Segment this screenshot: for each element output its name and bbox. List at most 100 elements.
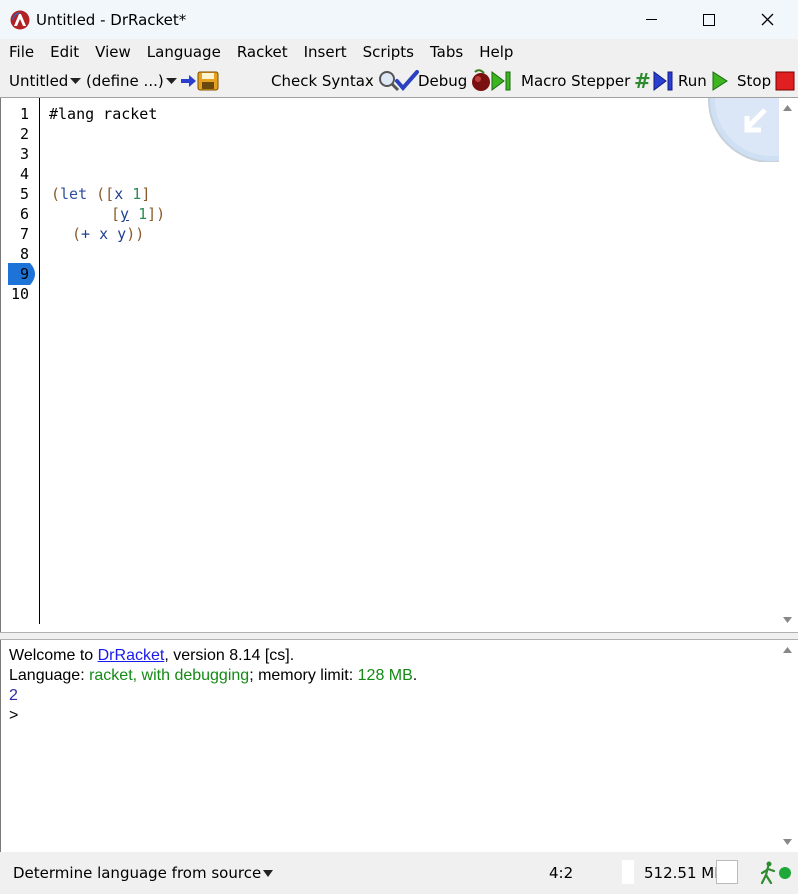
running-figure-icon: [760, 861, 776, 885]
macro-stepper-button[interactable]: Macro Stepper #: [521, 65, 682, 97]
dropdown-arrow-icon: [70, 78, 82, 84]
code-line-7: (+ x y)): [72, 224, 144, 244]
language-end: .: [412, 667, 418, 684]
language-mid: ; memory limit:: [249, 667, 358, 684]
line-number: 5: [19, 185, 29, 203]
menu-language[interactable]: Language: [139, 39, 229, 65]
line-number: 6: [19, 205, 29, 223]
menu-help[interactable]: Help: [471, 39, 521, 65]
file-name-dropdown[interactable]: Untitled: [9, 65, 82, 97]
window-title: Untitled - DrRacket*: [36, 11, 187, 29]
memory-limit: 128 MB: [357, 667, 413, 684]
paren: ([: [87, 185, 115, 203]
scroll-up-button[interactable]: [779, 100, 796, 116]
language-selector-label: Determine language from source: [13, 864, 262, 882]
pane-splitter[interactable]: [0, 632, 798, 640]
run-button[interactable]: Run: [678, 65, 729, 97]
identifier-x: x: [99, 225, 109, 243]
title-bar: Untitled - DrRacket*: [0, 0, 798, 39]
line-number: 3: [19, 145, 29, 163]
menu-edit[interactable]: Edit: [42, 39, 87, 65]
close-button[interactable]: [738, 0, 796, 39]
number-literal: 1: [132, 185, 142, 203]
dropdown-arrow-icon: [263, 869, 274, 877]
gc-indicator: [716, 860, 738, 884]
line-number: 7: [19, 225, 29, 243]
menu-tabs[interactable]: Tabs: [422, 39, 471, 65]
drracket-logo-icon: [10, 10, 30, 30]
code-line-1: #lang racket: [49, 105, 158, 123]
menu-racket[interactable]: Racket: [229, 39, 296, 65]
welcome-prefix: Welcome to: [9, 647, 98, 664]
menu-bar: File Edit View Language Racket Insert Sc…: [0, 39, 798, 65]
corner-arrow-icon: [708, 98, 779, 162]
interactions-pane[interactable]: Welcome to DrRacket, version 8.14 [cs]. …: [0, 640, 798, 852]
code-line-6: [y 1]): [111, 204, 165, 224]
close-icon: [761, 13, 773, 26]
number-literal: 1: [138, 205, 148, 223]
svg-text:#: #: [634, 69, 651, 93]
menu-file[interactable]: File: [0, 39, 42, 65]
welcome-line: Welcome to DrRacket, version 8.14 [cs].: [9, 646, 294, 666]
stop-label: Stop: [737, 72, 772, 90]
stop-button[interactable]: Stop: [737, 65, 795, 97]
define-dropdown[interactable]: (define ...): [86, 65, 177, 97]
chevron-down-icon: [783, 839, 792, 845]
toolbar: Untitled (define ...) Check Syntax Debug: [0, 65, 798, 98]
line-number: 1: [19, 105, 29, 123]
result-output: 2: [9, 687, 18, 704]
identifier-plus: +: [81, 225, 91, 243]
menu-insert[interactable]: Insert: [296, 39, 355, 65]
status-light-icon: [779, 867, 791, 879]
status-bar: Determine language from source 4:2 512.5…: [0, 852, 798, 894]
menu-scripts[interactable]: Scripts: [355, 39, 422, 65]
identifier-y: y: [117, 225, 127, 243]
run-label: Run: [678, 72, 707, 90]
menu-view[interactable]: View: [87, 39, 139, 65]
paren: )): [126, 225, 145, 243]
line-number: 2: [19, 125, 29, 143]
welcome-suffix: , version 8.14 [cs].: [164, 647, 295, 664]
debug-button[interactable]: Debug: [418, 65, 516, 97]
dropdown-arrow-icon: [165, 78, 177, 84]
line-number-gutter: 1 2 3 4 5 6 7 8 9 10: [2, 98, 40, 624]
line-number: 10: [10, 285, 29, 303]
stop-icon: [775, 71, 795, 91]
scroll-down-button[interactable]: [779, 834, 796, 850]
line-number: 8: [19, 245, 29, 263]
define-label: (define ...): [86, 72, 164, 90]
debug-label: Debug: [418, 72, 468, 90]
language-selector[interactable]: Determine language from source: [13, 864, 274, 882]
language-line: Language: racket, with debugging; memory…: [9, 666, 417, 686]
editor-scrollbar[interactable]: [779, 98, 796, 632]
code-line-5: (let ([x 1]: [51, 184, 150, 204]
status-blank-box: [622, 860, 634, 884]
check-syntax-label: Check Syntax: [271, 72, 374, 90]
paren: (: [51, 185, 61, 203]
minimize-button[interactable]: [622, 0, 680, 39]
line-number-current: 9: [19, 265, 29, 283]
paren: [: [111, 205, 121, 223]
line-number: 4: [19, 165, 29, 183]
memory-usage[interactable]: 512.51 MB: [644, 864, 725, 882]
definitions-editor[interactable]: 1 2 3 4 5 6 7 8 9 10 #lang racket (let (…: [0, 98, 798, 632]
maximize-icon: [703, 13, 715, 26]
file-name-label: Untitled: [9, 72, 69, 90]
keyword-let: let: [60, 185, 88, 203]
paren: ]): [147, 205, 166, 223]
repl-prompt[interactable]: >: [9, 706, 18, 726]
macro-stepper-label: Macro Stepper: [521, 72, 631, 90]
language-prefix: Language:: [9, 667, 90, 684]
scroll-up-button[interactable]: [779, 642, 796, 658]
drracket-link[interactable]: DrRacket: [98, 647, 165, 664]
scroll-down-button[interactable]: [779, 612, 796, 628]
macro-stepper-icon: #: [634, 69, 673, 93]
identifier-y: y: [120, 205, 130, 223]
language-name: racket, with debugging: [89, 667, 250, 684]
interactions-scrollbar[interactable]: [779, 640, 796, 852]
run-icon: [712, 71, 728, 91]
maximize-button[interactable]: [680, 0, 738, 39]
save-button[interactable]: [180, 65, 220, 97]
chevron-down-icon: [783, 617, 792, 623]
check-syntax-button[interactable]: Check Syntax: [271, 65, 419, 97]
